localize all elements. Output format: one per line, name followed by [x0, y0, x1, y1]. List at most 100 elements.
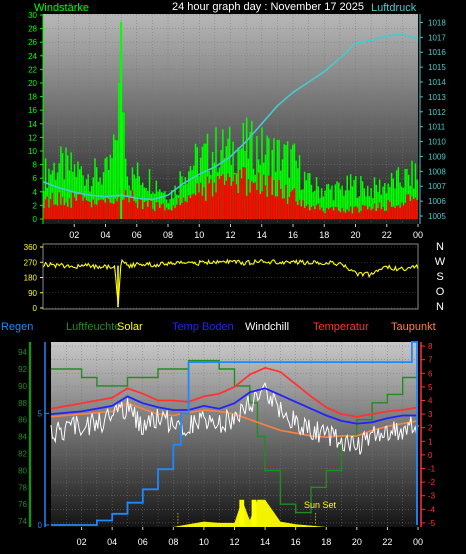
- legend-dewpoint: Taupunkt: [391, 321, 436, 333]
- x-axis-tick-label: 02: [69, 230, 79, 240]
- rain-axis-tick-label: 5: [38, 409, 43, 418]
- pressure-axis-tick-label: 1017: [428, 33, 446, 42]
- pressure-axis-tick-label: 1007: [428, 182, 446, 191]
- weather-graph: Windstärke 24 hour graph day : November …: [1, 1, 446, 547]
- x-axis-tick-label: 18: [319, 230, 329, 240]
- wind-axis-tick-label: 14: [28, 120, 37, 129]
- x-axis-tick-label: 10: [194, 230, 204, 240]
- temperature-axis-tick-label: 2: [428, 424, 433, 433]
- wind-axis-tick-label: 16: [28, 106, 37, 115]
- temperature-axis-tick-label: 6: [428, 369, 433, 378]
- pressure-axis-tick-label: 1011: [428, 123, 446, 132]
- x-axis-tick-label: 14: [257, 230, 267, 240]
- rain-axis-tick-label: 0: [38, 521, 43, 530]
- pressure-axis-tick-label: 1010: [428, 138, 446, 147]
- humidity-axis-tick-label: 88: [18, 399, 27, 408]
- pressure-axis-tick-label: 1013: [428, 93, 446, 102]
- temperature-axis-tick-label: -4: [428, 505, 436, 514]
- wind-axis-tick-label: 2: [33, 201, 38, 210]
- direction-axis-tick-label: 0: [33, 304, 38, 313]
- pressure-axis-tick-label: 1014: [428, 78, 446, 87]
- pressure-axis-title: Luftdruck: [371, 2, 417, 14]
- wind-axis-tick-label: 28: [28, 25, 37, 34]
- temp-x-axis-tick-label: 00: [413, 537, 423, 547]
- temp-x-axis-tick-label: 14: [260, 537, 270, 547]
- legend: Regen Luftfeuchte Solar Temp Boden Windc…: [1, 321, 436, 333]
- wind-axis-tick-label: 4: [33, 188, 38, 197]
- wind-speed-axis: 024681012141618202224262830: [28, 11, 44, 224]
- temperature-axis-tick-label: 3: [428, 410, 433, 419]
- temp-x-axis-tick-label: 04: [107, 537, 117, 547]
- x-axis-tick-label: 06: [132, 230, 142, 240]
- temperature-axis-tick-label: 7: [428, 356, 433, 365]
- temperature-axis-tick-label: 8: [428, 342, 433, 351]
- pressure-axis-tick-label: 1015: [428, 63, 446, 72]
- wind-axis-title: Windstärke: [34, 2, 89, 14]
- rain-axis: 05: [38, 342, 49, 530]
- wind-axis-tick-label: 12: [28, 133, 37, 142]
- direction-letter: W: [435, 256, 446, 268]
- pressure-axis-tick-label: 1005: [428, 212, 446, 221]
- direction-axis-tick-label: 360: [24, 243, 38, 252]
- humidity-axis-tick-label: 74: [18, 517, 27, 526]
- temperature-axis-tick-label: -1: [428, 465, 436, 474]
- temperature-axis-tick-label: 4: [428, 396, 433, 405]
- pressure-axis-tick-label: 1018: [428, 18, 446, 27]
- temperature-axis-tick-label: 0: [428, 451, 433, 460]
- panel-temperature-x-axis: 02 04 06 08 10 12 14 16 18 20 22 00: [77, 527, 423, 547]
- pressure-axis: 1005 1006 1007 1008 1009 1010 1011 1012 1013 1014…: [419, 14, 446, 224]
- temp-x-axis-tick-label: 08: [168, 537, 178, 547]
- temp-x-axis-tick-label: 02: [77, 537, 87, 547]
- x-axis-tick-label: 16: [288, 230, 298, 240]
- temp-x-axis-tick-label: 12: [229, 537, 239, 547]
- pressure-axis-tick-label: 1008: [428, 167, 446, 176]
- legend-temperature: Temperatur: [313, 321, 369, 333]
- wind-axis-tick-label: 10: [28, 147, 37, 156]
- pressure-axis-tick-label: 1006: [428, 197, 446, 206]
- temp-x-axis-tick-label: 16: [291, 537, 301, 547]
- direction-letter: O: [436, 286, 445, 298]
- wind-axis-tick-label: 26: [28, 38, 37, 47]
- humidity-axis-tick-label: 76: [18, 500, 27, 509]
- wind-axis-tick-label: 18: [28, 93, 37, 102]
- humidity-axis-tick-label: 84: [18, 433, 27, 442]
- temp-x-axis-tick-label: 06: [138, 537, 148, 547]
- temperature-axis-tick-label: -5: [428, 519, 436, 528]
- humidity-axis-tick-label: 78: [18, 483, 27, 492]
- temp-x-axis-tick-label: 10: [199, 537, 209, 547]
- wind-axis-tick-label: 6: [33, 174, 38, 183]
- humidity-axis-tick-label: 92: [18, 365, 27, 374]
- x-axis-tick-label: 00: [413, 230, 423, 240]
- direction-axis-tick-label: 270: [24, 258, 38, 267]
- x-axis-tick-label: 22: [382, 230, 392, 240]
- panel-wind-direction: [42, 243, 419, 310]
- humidity-axis-tick-label: 94: [18, 348, 27, 357]
- x-axis-tick-label: 12: [225, 230, 235, 240]
- legend-rain: Regen: [1, 321, 33, 333]
- humidity-axis-tick-label: 90: [18, 382, 27, 391]
- humidity-axis-tick-label: 80: [18, 466, 27, 475]
- direction-letters: NWSON: [435, 241, 446, 313]
- wind-axis-tick-label: 8: [33, 161, 38, 170]
- direction-letter: N: [436, 301, 444, 313]
- temperature-axis-tick-label: -3: [428, 492, 436, 501]
- direction-axis-tick-label: 180: [24, 274, 38, 283]
- temperature-axis-tick-label: 1: [428, 437, 433, 446]
- direction-degree-axis: 0 90 180 270 360: [24, 243, 43, 313]
- x-axis-tick-label: 20: [350, 230, 360, 240]
- temperature-axis: 8 7 6 5 4 3 2 1 0 -1 -2 -3 -4 -5: [420, 342, 436, 528]
- chart-title: 24 hour graph day : November 17 2025: [172, 1, 364, 13]
- temperature-axis-tick-label: 5: [428, 383, 433, 392]
- wind-axis-tick-label: 22: [28, 65, 37, 74]
- temp-x-axis-tick-label: 18: [321, 537, 331, 547]
- wind-axis-tick-label: 24: [28, 52, 37, 61]
- pressure-axis-tick-label: 1009: [428, 152, 446, 161]
- direction-axis-tick-label: 90: [28, 289, 37, 298]
- wind-axis-tick-label: 30: [28, 11, 37, 20]
- pressure-axis-tick-label: 1016: [428, 48, 446, 57]
- humidity-axis: 74 76 78 80 82 84 86 88 90 92 94: [18, 342, 32, 527]
- wind-axis-tick-label: 0: [33, 215, 38, 224]
- direction-letter: N: [436, 241, 444, 253]
- direction-letter: S: [436, 271, 443, 283]
- legend-humidity: Luftfeuchte: [66, 321, 120, 333]
